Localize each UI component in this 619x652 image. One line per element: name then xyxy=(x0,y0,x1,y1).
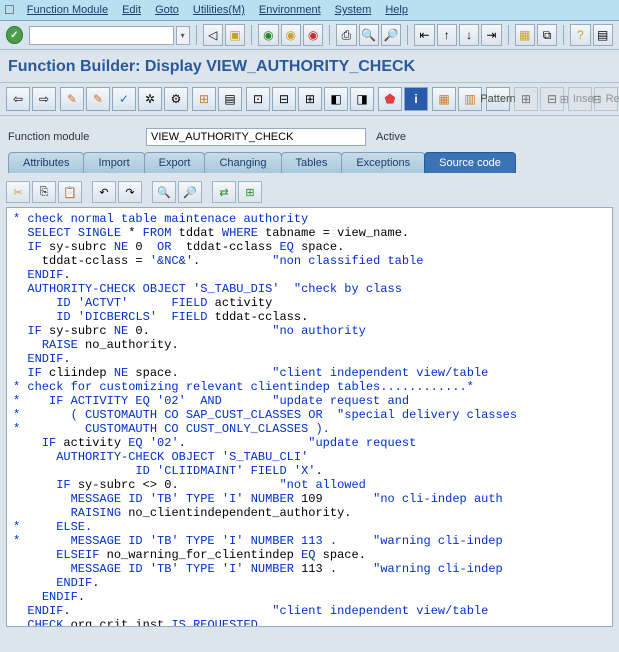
tool-button-5[interactable]: ◨ xyxy=(350,87,374,111)
editor-find-button[interactable]: 🔍 xyxy=(152,181,176,203)
menu-utilities[interactable]: Utilities(M) xyxy=(187,2,251,18)
function-module-label: Function module xyxy=(8,131,138,143)
app-menu-icon[interactable]: ☐ xyxy=(4,3,15,17)
editor-find-next-button[interactable]: 🔎 xyxy=(178,181,202,203)
editor-tool-2[interactable]: ⊞ xyxy=(238,181,262,203)
forward-button[interactable]: ⇨ xyxy=(32,87,56,111)
editor-toolbar: ✂ ⎘ 📋 ↶ ↷ 🔍 🔎 ⇄ ⊞ xyxy=(6,179,613,207)
back-icon[interactable]: ◁ xyxy=(203,24,223,46)
activate-button[interactable]: ✲ xyxy=(138,87,162,111)
tab-attributes[interactable]: Attributes xyxy=(8,152,84,173)
tab-strip: Attributes Import Export Changing Tables… xyxy=(0,152,619,173)
display-list-button[interactable]: ▤ xyxy=(218,87,242,111)
tool-button-2[interactable]: ⊟ xyxy=(272,87,296,111)
insert-button: ⊞Insert xyxy=(568,87,592,111)
enter-icon[interactable]: ✓ xyxy=(6,26,23,44)
next-page-icon[interactable]: ↓ xyxy=(459,24,479,46)
source-code-editor[interactable]: * check normal table maintenace authorit… xyxy=(6,207,613,627)
back-button[interactable]: ⇦ xyxy=(6,87,30,111)
tab-exceptions[interactable]: Exceptions xyxy=(341,152,425,173)
command-dropdown-icon[interactable]: ▾ xyxy=(176,26,190,45)
info-button[interactable]: i xyxy=(404,87,428,111)
prev-page-icon[interactable]: ↑ xyxy=(437,24,457,46)
nav-exit-icon[interactable]: ◉ xyxy=(281,24,301,46)
tool-button-1[interactable]: ⊡ xyxy=(246,87,270,111)
shortcut-icon[interactable]: ⧉ xyxy=(537,24,557,46)
re-button: ⊟Re xyxy=(594,87,618,111)
find-next-icon[interactable]: 🔎 xyxy=(381,24,401,46)
menu-environment[interactable]: Environment xyxy=(253,2,327,18)
menu-system[interactable]: System xyxy=(329,2,378,18)
tool-button-7[interactable]: ▥ xyxy=(458,87,482,111)
help-icon[interactable]: ? xyxy=(570,24,590,46)
tool-button-8: ⊞ xyxy=(514,87,538,111)
tab-export[interactable]: Export xyxy=(144,152,206,173)
command-field[interactable] xyxy=(29,26,174,45)
test-button[interactable]: ⚙ xyxy=(164,87,188,111)
tab-source-code[interactable]: Source code xyxy=(424,152,516,173)
menu-function-module[interactable]: Function Module xyxy=(21,2,114,18)
status-label: Active xyxy=(376,131,406,143)
tab-changing[interactable]: Changing xyxy=(204,152,281,173)
save-icon[interactable]: ▣ xyxy=(225,24,245,46)
other-object-button[interactable]: ✎ xyxy=(86,87,110,111)
editor-area: ✂ ⎘ 📋 ↶ ↷ 🔍 🔎 ⇄ ⊞ * check normal table m… xyxy=(0,173,619,627)
paste-button[interactable]: 📋 xyxy=(58,181,82,203)
app-toolbar: ⇦ ⇨ ✎ ✎ ✓ ✲ ⚙ ⊞ ▤ ⊡ ⊟ ⊞ ◧ ◨ ⬟ i ▦ ▥ Patt… xyxy=(0,83,619,116)
first-page-icon[interactable]: ⇤ xyxy=(414,24,434,46)
copy-button[interactable]: ⎘ xyxy=(32,181,56,203)
title-bar: Function Builder: Display VIEW_AUTHORITY… xyxy=(0,50,619,83)
nav-cancel-icon[interactable]: ◉ xyxy=(303,24,323,46)
redo-button[interactable]: ↷ xyxy=(118,181,142,203)
display-change-button[interactable]: ✎ xyxy=(60,87,84,111)
page-title: Function Builder: Display VIEW_AUTHORITY… xyxy=(8,58,611,76)
menu-help[interactable]: Help xyxy=(379,2,414,18)
menu-edit[interactable]: Edit xyxy=(116,2,147,18)
print-icon[interactable]: ⎙ xyxy=(336,24,356,46)
tool-button-4[interactable]: ◧ xyxy=(324,87,348,111)
tab-tables[interactable]: Tables xyxy=(281,152,343,173)
where-used-button[interactable]: ⊞ xyxy=(192,87,216,111)
check-button[interactable]: ✓ xyxy=(112,87,136,111)
menu-goto[interactable]: Goto xyxy=(149,2,185,18)
tab-import[interactable]: Import xyxy=(83,152,144,173)
tool-button-3[interactable]: ⊞ xyxy=(298,87,322,111)
layout-icon[interactable]: ▤ xyxy=(593,24,613,46)
breakpoint-button[interactable]: ⬟ xyxy=(378,87,402,111)
new-session-icon[interactable]: ▦ xyxy=(515,24,535,46)
tool-button-6[interactable]: ▦ xyxy=(432,87,456,111)
pattern-button[interactable]: Pattern xyxy=(486,87,510,111)
function-module-row: Function module Active xyxy=(0,116,619,152)
function-module-input[interactable] xyxy=(146,128,366,146)
find-icon[interactable]: 🔍 xyxy=(359,24,379,46)
nav-back-icon[interactable]: ◉ xyxy=(258,24,278,46)
menu-bar: ☐ Function Module Edit Goto Utilities(M)… xyxy=(0,0,619,21)
last-page-icon[interactable]: ⇥ xyxy=(481,24,501,46)
standard-toolbar: ✓ ▾ ◁ ▣ ◉ ◉ ◉ ⎙ 🔍 🔎 ⇤ ↑ ↓ ⇥ ▦ ⧉ ? ▤ xyxy=(0,21,619,50)
editor-tool-1[interactable]: ⇄ xyxy=(212,181,236,203)
cut-button[interactable]: ✂ xyxy=(6,181,30,203)
undo-button[interactable]: ↶ xyxy=(92,181,116,203)
